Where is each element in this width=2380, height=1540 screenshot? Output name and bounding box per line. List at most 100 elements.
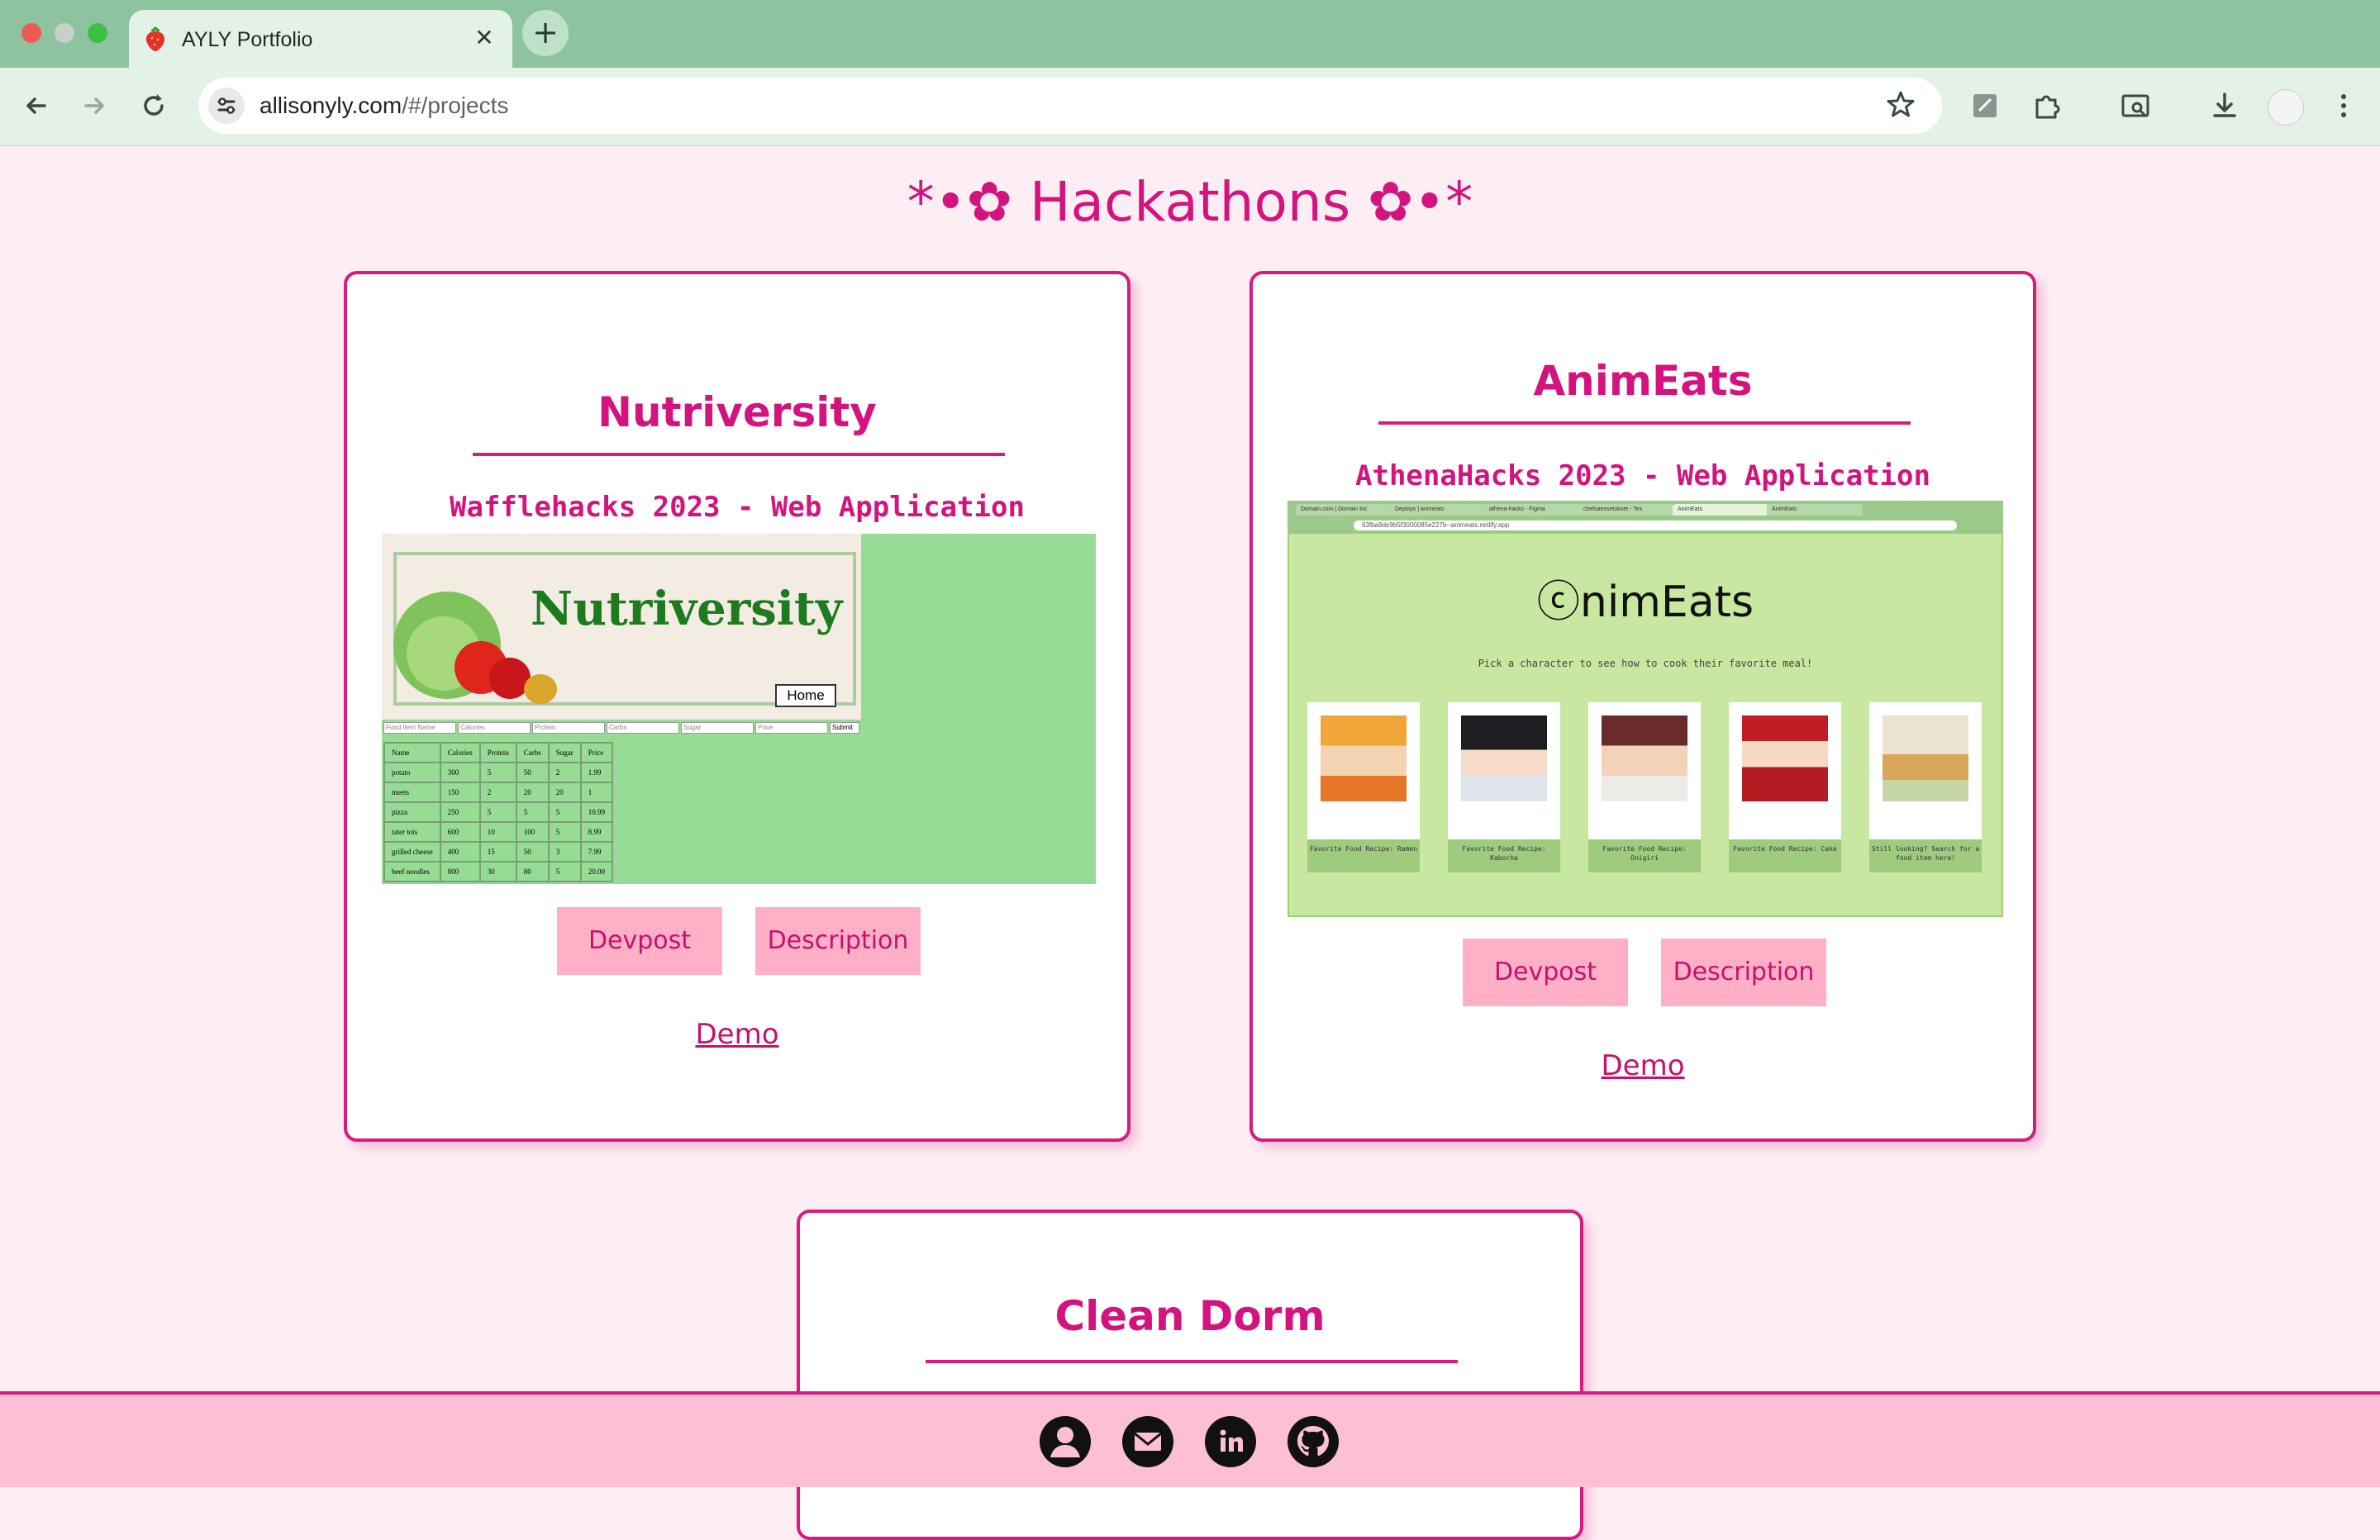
table-cell: 5 (478, 801, 517, 823)
table-cell: 30 (478, 861, 517, 882)
table-row: grilled cheese 400 15 50 3 7.99 (383, 841, 613, 863)
table-cell: 3 (547, 841, 582, 863)
table-cell: 800 (439, 861, 481, 882)
character-card: Favorite Food Recipe: Ramen (1307, 702, 1420, 872)
table-cell: pizza (383, 801, 441, 823)
table-cell: 100 (515, 821, 550, 843)
demo-link-text[interactable]: Demo (1601, 1049, 1684, 1082)
food-input-row: Food Item Name Calories Protein Carbs Su… (382, 722, 861, 734)
table-cell: 5 (547, 801, 582, 823)
table-cell: 300 (439, 762, 481, 783)
banner-title: Nutriversity (531, 582, 843, 636)
close-window-button[interactable] (21, 23, 41, 43)
table-cell: 10 (478, 821, 517, 843)
tab-search-icon[interactable] (2117, 89, 2154, 126)
screenshot-banner: Nutriversity Home (382, 534, 861, 720)
title-divider (1378, 421, 1911, 425)
mini-tab: Domain.com | Domain Inc (1296, 504, 1392, 516)
page-title: *•✿ Hackathons ✿•* (907, 170, 1473, 234)
table-cell: 80 (515, 861, 550, 882)
address-bar[interactable]: allisonyly.com/#/projects (198, 78, 1942, 134)
footer (0, 1391, 2380, 1487)
character-image (1742, 715, 1828, 801)
table-cell: 150 (439, 782, 481, 803)
table-row: tater tots 600 10 100 5 8.99 (383, 821, 613, 843)
mini-tab: Deploys | animeats (1390, 504, 1486, 516)
table-cell: 5 (547, 821, 582, 843)
table-cell: 1 (579, 782, 613, 803)
bookmark-star-icon[interactable] (1884, 88, 1917, 128)
table-row: beef noodles 800 30 80 5 20.00 (383, 861, 613, 882)
table-row: potato 300 5 50 2 1.99 (383, 762, 613, 783)
title-divider (473, 453, 1005, 456)
extension-notes-icon[interactable] (1967, 89, 2003, 126)
browser-toolbar: allisonyly.com/#/projects (0, 68, 2380, 146)
site-settings-icon[interactable] (208, 88, 245, 124)
back-arrow-icon[interactable] (20, 89, 53, 122)
table-cell: meets (383, 782, 441, 803)
character-image (1321, 715, 1407, 801)
table-cell: 2 (547, 762, 582, 783)
table-cell: 5 (547, 861, 582, 882)
screenshot-browser-chrome: Domain.com | Domain Inc Deploys | animea… (1288, 501, 2003, 534)
table-cell: grilled cheese (383, 841, 441, 863)
mail-icon[interactable] (1122, 1416, 1173, 1467)
character-card: Still looking? Search for a food item he… (1869, 702, 1982, 872)
table-header: Sugar (547, 742, 582, 763)
extensions-puzzle-icon[interactable] (2028, 89, 2064, 126)
linkedin-icon[interactable] (1205, 1416, 1256, 1467)
description-button[interactable]: Description (755, 907, 921, 975)
table-header: Carbs (515, 742, 550, 763)
table-header: Calories (439, 742, 481, 763)
devpost-button[interactable]: Devpost (1463, 939, 1628, 1006)
github-icon[interactable] (1288, 1416, 1339, 1467)
table-cell: 250 (439, 801, 481, 823)
description-button[interactable]: Description (1661, 939, 1826, 1006)
project-screenshot: Nutriversity Home Food Item Name Calorie… (382, 534, 1096, 884)
character-caption: Favorite Food Recipe: Ramen (1307, 839, 1420, 872)
tab-title: AYLY Portfolio (182, 28, 313, 51)
table-header-row: Name Calories Protein Carbs Sugar Price (383, 742, 613, 763)
table-cell: 600 (439, 821, 481, 843)
protein-input: Protein (532, 722, 605, 734)
project-title: Nutriversity (597, 388, 877, 436)
new-tab-button[interactable]: + (522, 10, 569, 56)
price-input: Price (755, 722, 828, 734)
menu-kebab-icon[interactable] (2325, 89, 2362, 126)
browser-tab-active[interactable]: AYLY Portfolio ✕ (129, 10, 512, 68)
minimize-window-button[interactable] (55, 23, 74, 43)
table-header: Price (579, 742, 613, 763)
title-divider (926, 1360, 1458, 1363)
forward-arrow-icon[interactable] (78, 89, 111, 122)
project-card-nutriversity: Nutriversity Wafflehacks 2023 - Web Appl… (344, 271, 1130, 1142)
project-screenshot: Domain.com | Domain Inc Deploys | animea… (1288, 501, 2003, 917)
maximize-window-button[interactable] (88, 23, 107, 43)
project-card-animeats: AnimEats AthenaHacks 2023 - Web Applicat… (1250, 271, 2036, 1142)
character-card: Favorite Food Recipe: Cake (1729, 702, 1841, 872)
table-cell: 5 (478, 762, 517, 783)
table-cell: 20.00 (579, 861, 613, 882)
table-cell: 15 (478, 841, 517, 863)
home-button: Home (775, 684, 836, 707)
table-header: Protein (478, 742, 517, 763)
character-image (1461, 715, 1547, 801)
download-icon[interactable] (2206, 89, 2243, 126)
devpost-button[interactable]: Devpost (557, 907, 722, 975)
table-cell: 2 (478, 782, 517, 803)
url-text[interactable]: allisonyly.com/#/projects (259, 93, 508, 119)
profile-icon[interactable] (1040, 1416, 1091, 1467)
demo-link-text[interactable]: Demo (695, 1018, 778, 1051)
table-cell: 10.99 (579, 801, 613, 823)
reload-icon[interactable] (137, 89, 170, 122)
tab-close-icon[interactable]: ✕ (469, 23, 499, 53)
sugar-input: Sugar (681, 722, 754, 734)
table-row: meets 150 2 20 20 1 (383, 782, 613, 803)
table-cell: 20 (547, 782, 582, 803)
character-caption: Favorite Food Recipe: Onigiri (1588, 839, 1701, 872)
mini-tab: AnimEats (1673, 504, 1768, 516)
character-caption: Still looking? Search for a food item he… (1869, 839, 1982, 872)
calories-input: Calories (458, 722, 531, 734)
demo-link: Demo (1253, 1049, 2033, 1082)
profile-avatar[interactable] (2268, 89, 2304, 126)
table-cell: 8.99 (579, 821, 613, 843)
